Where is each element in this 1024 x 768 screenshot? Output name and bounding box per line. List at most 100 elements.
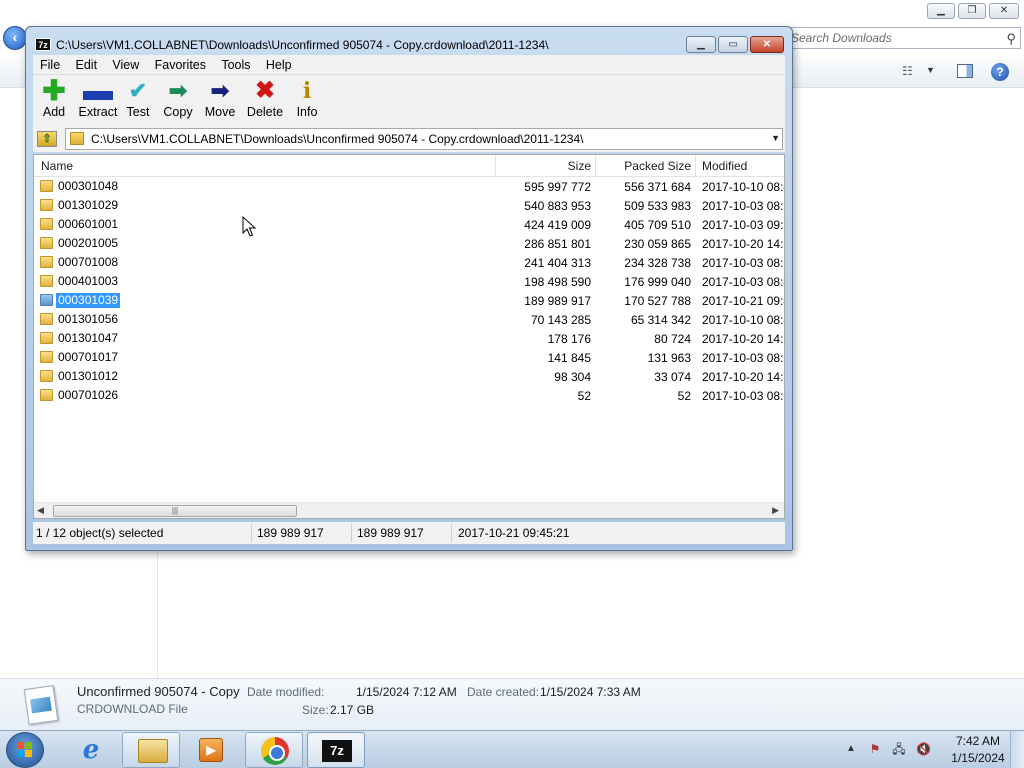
add-label: Add: [42, 105, 66, 119]
status-date: 2017-10-21 09:45:21: [458, 526, 570, 540]
show-desktop-button[interactable]: [1010, 731, 1024, 768]
size-value: 2.17 GB: [330, 703, 375, 717]
action-center-flag-icon[interactable]: ⚑: [868, 742, 882, 756]
start-button[interactable]: [6, 732, 44, 768]
volume-muted-icon[interactable]: 🔇: [916, 742, 931, 756]
column-divider[interactable]: [495, 155, 496, 177]
check-icon: ✔: [128, 78, 148, 103]
test-button[interactable]: ✔ Test: [121, 79, 155, 123]
address-input[interactable]: C:\Users\VM1.COLLABNET\Downloads\Unconfi…: [65, 128, 783, 150]
explorer-minimize-button[interactable]: ▁: [927, 3, 955, 19]
table-row[interactable]: 000601001 424 419 009 405 709 510 2017-10-0…: [34, 215, 784, 234]
taskbar-7zip[interactable]: 7z: [307, 732, 365, 768]
menu-view[interactable]: View: [105, 55, 144, 75]
column-divider[interactable]: [695, 155, 696, 177]
column-divider[interactable]: [595, 155, 596, 177]
views-icon[interactable]: ☷: [902, 65, 918, 77]
row-size: 198 498 590: [524, 275, 591, 289]
list-rows: 000301048 595 997 772 556 371 684 2017-10-1…: [34, 177, 784, 405]
up-folder-icon[interactable]: ⇧: [37, 131, 57, 147]
network-icon[interactable]: 🖧: [892, 742, 906, 756]
taskbar-internet-explorer[interactable]: e: [62, 732, 120, 768]
7zip-titlebar[interactable]: 7z C:\Users\VM1.COLLABNET\Downloads\Unco…: [26, 27, 792, 57]
move-button[interactable]: ➡ Move: [199, 79, 241, 123]
add-button[interactable]: ✚ Add: [36, 77, 72, 123]
row-modified: 2017-10-03 08:2: [702, 256, 785, 270]
list-header: Name Size Packed Size Modified: [34, 155, 784, 177]
taskbar-chrome[interactable]: [245, 732, 303, 768]
explorer-close-button[interactable]: ✕: [989, 3, 1019, 19]
row-name: 000301039: [54, 292, 122, 309]
date-modified-label: Date modified:: [247, 685, 325, 699]
row-modified: 2017-10-10 08:4: [702, 313, 785, 327]
chevron-down-icon[interactable]: ▼: [771, 133, 780, 143]
table-row[interactable]: 000201005 286 851 801 230 059 865 2017-10-2…: [34, 234, 784, 253]
maximize-button[interactable]: ▭: [718, 36, 748, 53]
help-icon[interactable]: ?: [991, 63, 1009, 81]
table-row[interactable]: 001301029 540 883 953 509 533 983 2017-10-0…: [34, 196, 784, 215]
table-row[interactable]: 000701017 141 845 131 963 2017-10-03 08:2: [34, 348, 784, 367]
toolbar: ✚ Add ▬ Extract ✔ Test ➡ Copy ➡ Move ✖ D…: [33, 75, 785, 126]
search-input[interactable]: Search Downloads ⚲: [786, 27, 1021, 49]
back-arrow-icon[interactable]: ‹: [3, 26, 27, 50]
scroll-right-icon[interactable]: ▶: [772, 505, 779, 516]
row-modified: 2017-10-20 14:1: [702, 332, 785, 346]
right-arrow-icon: ➡: [210, 78, 230, 103]
show-hidden-icons-icon[interactable]: ▲: [846, 743, 856, 754]
system-tray: ▲ ⚑ 🖧 🔇 7:42 AM 1/15/2024: [838, 731, 1024, 768]
row-modified: 2017-10-03 09:1: [702, 218, 785, 232]
row-modified: 2017-10-03 08:3: [702, 199, 785, 213]
close-button[interactable]: ✕: [750, 36, 784, 53]
column-header-name[interactable]: Name: [41, 159, 73, 173]
search-placeholder: Search Downloads: [791, 31, 892, 45]
scrollbar-thumb[interactable]: |||: [53, 505, 297, 517]
file-list[interactable]: Name Size Packed Size Modified 000301048…: [33, 154, 785, 519]
clock-time[interactable]: 7:42 AM: [948, 734, 1008, 748]
date-modified-value: 1/15/2024 7:12 AM: [356, 685, 457, 699]
menu-help[interactable]: Help: [259, 55, 297, 75]
row-packed-size: 170 527 788: [624, 294, 691, 308]
row-name: 000701026: [58, 388, 119, 402]
preview-pane-icon[interactable]: [957, 64, 973, 78]
clock-date[interactable]: 1/15/2024: [942, 751, 1014, 765]
delete-button[interactable]: ✖ Delete: [242, 79, 288, 123]
info-label: Info: [296, 105, 318, 119]
search-icon[interactable]: ⚲: [1006, 29, 1016, 49]
horizontal-scrollbar[interactable]: ◀ ||| ▶: [34, 502, 784, 518]
row-size: 141 845: [547, 351, 591, 365]
table-row[interactable]: 000401003 198 498 590 176 999 040 2017-10-0…: [34, 272, 784, 291]
row-name: 000401003: [58, 274, 119, 288]
table-row[interactable]: 000301039 189 989 917 170 527 788 2017-10-2…: [34, 291, 784, 310]
table-row[interactable]: 000701026 52 52 2017-10-03 08:2: [34, 386, 784, 405]
folder-icon: [40, 370, 53, 382]
table-row[interactable]: 001301047 178 176 80 724 2017-10-20 14:1: [34, 329, 784, 348]
file-thumbnail-icon: [23, 685, 59, 725]
row-name: 000701017: [58, 350, 119, 364]
menu-tools[interactable]: Tools: [214, 55, 255, 75]
scroll-left-icon[interactable]: ◀: [37, 505, 44, 516]
test-label: Test: [126, 105, 150, 119]
row-modified: 2017-10-20 14:1: [702, 237, 785, 251]
column-header-size[interactable]: Size: [568, 159, 591, 173]
table-row[interactable]: 000301048 595 997 772 556 371 684 2017-10-1…: [34, 177, 784, 196]
table-row[interactable]: 001301012 98 304 33 074 2017-10-20 14:1: [34, 367, 784, 386]
row-name: 000601001: [58, 217, 119, 231]
table-row[interactable]: 001301056 70 143 285 65 314 342 2017-10-10 …: [34, 310, 784, 329]
menu-edit[interactable]: Edit: [69, 55, 103, 75]
copy-button[interactable]: ➡ Copy: [159, 79, 197, 123]
table-row[interactable]: 000701008 241 404 313 234 328 738 2017-10-0…: [34, 253, 784, 272]
folder-icon: [40, 275, 53, 287]
row-packed-size: 33 074: [654, 370, 691, 384]
explorer-maximize-button[interactable]: ❐: [958, 3, 986, 19]
taskbar: e ▶ 7z ▲ ⚑ 🖧 🔇 7:42 AM 1/15/2024: [0, 730, 1024, 768]
chevron-down-icon[interactable]: ▼: [926, 65, 935, 75]
minimize-button[interactable]: ▁: [686, 36, 716, 53]
column-header-modified[interactable]: Modified: [702, 159, 747, 173]
column-header-packed-size[interactable]: Packed Size: [624, 159, 691, 173]
menu-file[interactable]: File: [33, 55, 65, 75]
taskbar-file-explorer[interactable]: [122, 732, 180, 768]
menu-favorites[interactable]: Favorites: [148, 55, 211, 75]
extract-button[interactable]: ▬ Extract: [73, 76, 123, 123]
taskbar-media-player[interactable]: ▶: [182, 732, 240, 768]
info-button[interactable]: i Info: [289, 79, 325, 123]
